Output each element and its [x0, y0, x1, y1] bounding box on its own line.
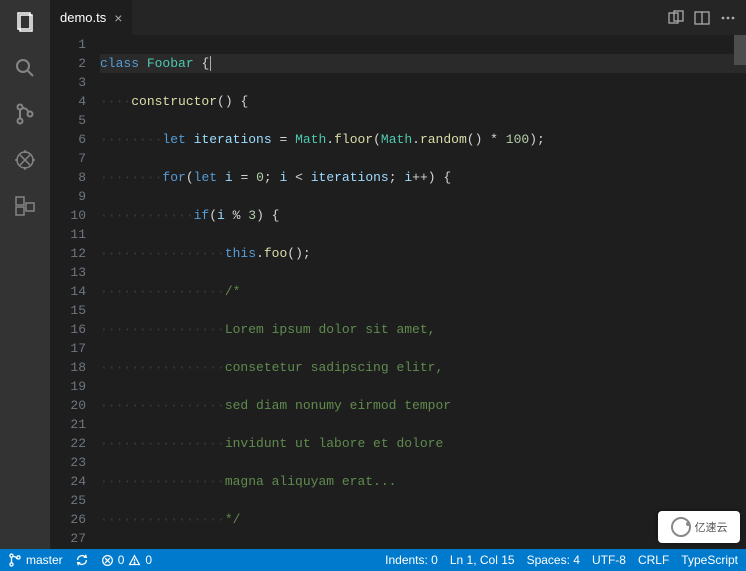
code-editor[interactable]: 1234567891011121314151617181920212223242… — [50, 35, 746, 571]
line-number: 5 — [50, 111, 86, 130]
watermark-logo: 亿速云 — [658, 511, 740, 543]
split-editor-icon[interactable] — [694, 10, 710, 26]
indents[interactable]: Indents: 0 — [385, 553, 438, 567]
compare-changes-icon[interactable] — [668, 10, 684, 26]
line-number: 21 — [50, 415, 86, 434]
close-tab-icon[interactable]: × — [114, 10, 122, 26]
language-mode[interactable]: TypeScript — [681, 553, 738, 567]
line-number: 12 — [50, 244, 86, 263]
line-number: 10 — [50, 206, 86, 225]
encoding[interactable]: UTF-8 — [592, 553, 626, 567]
more-actions-icon[interactable] — [720, 10, 736, 26]
line-number: 3 — [50, 73, 86, 92]
problems[interactable]: 0 0 — [101, 553, 152, 567]
extensions-icon[interactable] — [11, 192, 39, 220]
line-number: 18 — [50, 358, 86, 377]
source-control-icon[interactable] — [11, 100, 39, 128]
line-number: 27 — [50, 529, 86, 548]
line-number: 26 — [50, 510, 86, 529]
line-number: 17 — [50, 339, 86, 358]
search-icon[interactable] — [11, 54, 39, 82]
line-number: 24 — [50, 472, 86, 491]
text-cursor — [210, 56, 211, 71]
line-number: 11 — [50, 225, 86, 244]
tab-demo-ts[interactable]: demo.ts × — [50, 0, 133, 35]
line-number: 23 — [50, 453, 86, 472]
line-number: 15 — [50, 301, 86, 320]
git-branch[interactable]: master — [8, 553, 63, 567]
tab-bar: demo.ts × — [50, 0, 746, 35]
line-number: 2 — [50, 54, 86, 73]
vertical-scrollbar[interactable] — [734, 35, 746, 65]
line-number: 19 — [50, 377, 86, 396]
line-number-gutter: 1234567891011121314151617181920212223242… — [50, 35, 100, 571]
explorer-icon[interactable] — [11, 8, 39, 36]
code-content[interactable]: class Foobar { ····constructor() { ·····… — [100, 35, 746, 571]
line-number: 25 — [50, 491, 86, 510]
line-number: 7 — [50, 149, 86, 168]
line-number: 14 — [50, 282, 86, 301]
debug-icon[interactable] — [11, 146, 39, 174]
line-number: 22 — [50, 434, 86, 453]
line-number: 8 — [50, 168, 86, 187]
eol[interactable]: CRLF — [638, 553, 669, 567]
cursor-position[interactable]: Ln 1, Col 15 — [450, 553, 515, 567]
line-number: 1 — [50, 35, 86, 54]
line-number: 13 — [50, 263, 86, 282]
sync-icon[interactable] — [75, 553, 89, 567]
line-number: 6 — [50, 130, 86, 149]
activity-bar — [0, 0, 50, 571]
tab-filename: demo.ts — [60, 10, 106, 25]
line-number: 20 — [50, 396, 86, 415]
indentation[interactable]: Spaces: 4 — [527, 553, 580, 567]
status-bar: master 0 0 Indents: 0 Ln 1, Col 15 Space… — [0, 549, 746, 571]
line-number: 4 — [50, 92, 86, 111]
line-number: 16 — [50, 320, 86, 339]
line-number: 9 — [50, 187, 86, 206]
